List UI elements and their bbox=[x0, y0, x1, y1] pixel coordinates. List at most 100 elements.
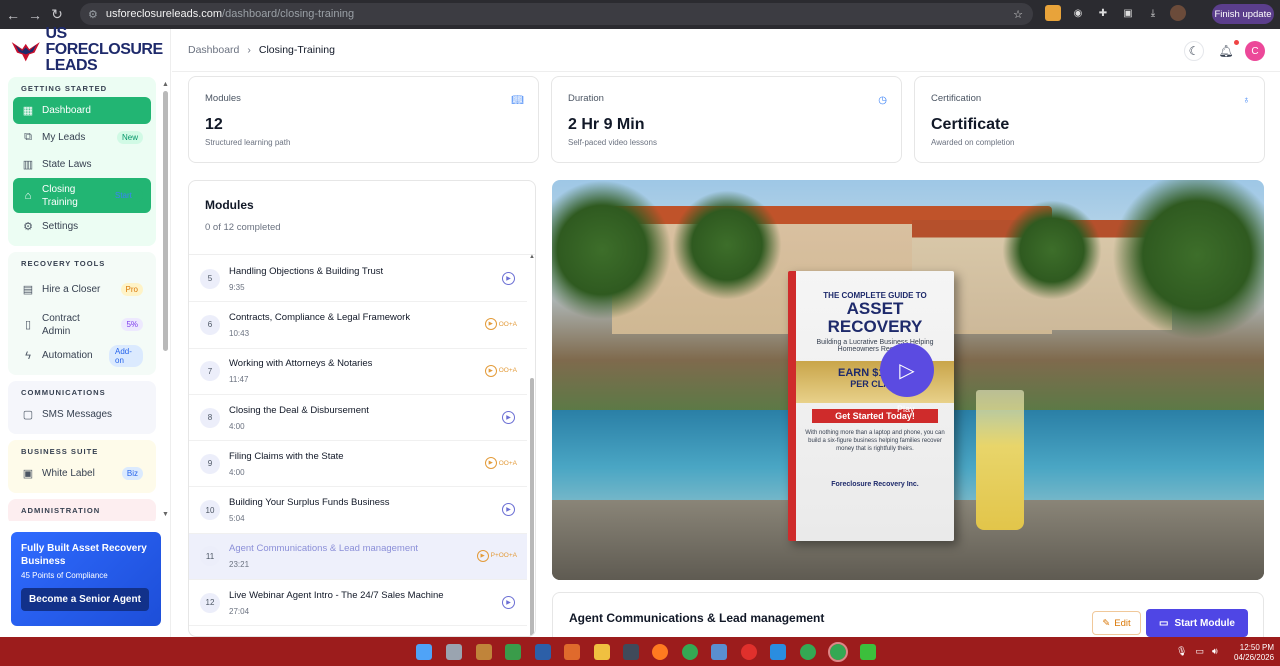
play-circle-icon: ▶ bbox=[476, 549, 489, 562]
sidebar-item-label: Hire a Closer bbox=[42, 284, 101, 295]
file-explorer-icon[interactable] bbox=[594, 644, 610, 660]
module-row[interactable]: 12 Live Webinar Agent Intro - The 24/7 S… bbox=[189, 580, 527, 627]
sidebar-scrollbar[interactable]: ▲ ▼ bbox=[162, 81, 169, 521]
promo-card: Fully Built Asset Recovery Business 45 P… bbox=[11, 532, 161, 626]
sidebar-item-automation[interactable]: ϟ Automation Add-on bbox=[13, 342, 151, 369]
windows-taskbar: 🎙︎ ▭ 🔊︎ 12:50 PM 04/26/2026 bbox=[0, 637, 1280, 666]
back-icon[interactable]: ← bbox=[4, 6, 22, 24]
play-circle-icon: ▶ bbox=[484, 457, 497, 470]
play-circle-icon[interactable]: ▶ bbox=[502, 272, 515, 285]
taskbar-app-icon[interactable] bbox=[623, 644, 639, 660]
logo[interactable]: US FORECLOSURE LEADS bbox=[10, 26, 170, 74]
start-module-button[interactable]: ▭ Start Module bbox=[1146, 609, 1248, 637]
firefox-icon[interactable] bbox=[652, 644, 668, 660]
taskbar-app-icon[interactable] bbox=[505, 644, 521, 660]
start-module-label: Start Module bbox=[1174, 617, 1235, 629]
video-camera-icon: ▭ bbox=[1158, 617, 1169, 629]
module-tag: ▶ P+OO+A bbox=[476, 549, 517, 562]
stat-value: 12 bbox=[205, 116, 223, 133]
video-player[interactable]: THE COMPLETE GUIDE TO ASSET RECOVERY Bui… bbox=[552, 180, 1264, 580]
module-row[interactable]: 6 Contracts, Compliance & Legal Framewor… bbox=[189, 302, 527, 349]
module-title: Filing Claims with the State bbox=[229, 450, 344, 462]
address-bar[interactable]: ⚙ usforeclosureleads.com/dashboard/closi… bbox=[80, 3, 1033, 25]
dark-mode-toggle-icon[interactable]: ☾ bbox=[1184, 41, 1204, 61]
module-row[interactable]: 5 Handling Objections & Building Trust 9… bbox=[189, 256, 527, 303]
book-body: With nothing more than a laptop and phon… bbox=[805, 430, 945, 452]
reload-icon[interactable]: ↻ bbox=[48, 6, 66, 24]
module-duration: 23:21 bbox=[229, 560, 250, 570]
sidebar-item-closing-training[interactable]: ⌂ Closing Training Start bbox=[13, 178, 151, 213]
sidebar-badge: Pro bbox=[120, 283, 143, 296]
windows-start-icon[interactable] bbox=[416, 644, 432, 660]
taskbar-app-icon[interactable] bbox=[770, 644, 786, 660]
play-circle-icon[interactable]: ▶ bbox=[502, 503, 515, 517]
module-number: 6 bbox=[200, 314, 220, 335]
module-duration: 10:43 bbox=[229, 328, 250, 338]
module-row[interactable]: 11 Agent Communications & Lead managemen… bbox=[189, 533, 527, 581]
camera-icon[interactable]: ◉ bbox=[1070, 5, 1086, 21]
volume-icon[interactable]: 🔊︎ bbox=[1212, 646, 1218, 657]
sidebar-item-hire-a-closer[interactable]: ▤ Hire a Closer Pro bbox=[13, 272, 151, 307]
sidebar-item-state-laws[interactable]: ▥ State Laws bbox=[13, 151, 151, 178]
sidebar-item-my-leads[interactable]: ⧉ My Leads New bbox=[13, 124, 151, 151]
play-icon[interactable]: ▷ bbox=[880, 343, 934, 397]
network-icon[interactable]: ▭ bbox=[1195, 646, 1204, 657]
taskbar-app-icon[interactable] bbox=[711, 644, 727, 660]
module-title: Handling Objections & Building Trust bbox=[229, 265, 384, 277]
taskbar-app-icon[interactable] bbox=[446, 644, 462, 660]
chrome-icon[interactable] bbox=[682, 644, 698, 660]
sidebar-item-sms-messages[interactable]: ▢ SMS Messages bbox=[13, 401, 151, 428]
sidebar-item-dashboard[interactable]: ▦ Dashboard bbox=[13, 97, 151, 124]
site-info-icon[interactable]: ⚙ bbox=[88, 8, 98, 21]
sidebar-badge: New bbox=[116, 131, 143, 144]
sidebar-item-label: Settings bbox=[42, 221, 79, 232]
profile-icon[interactable] bbox=[1170, 5, 1186, 21]
stat-label: Modules bbox=[205, 93, 241, 104]
module-list-scrollbar[interactable]: ▲ bbox=[528, 254, 535, 636]
edit-button[interactable]: ✎ Edit bbox=[1092, 611, 1141, 635]
sidebar-section-title: COMMUNICATIONS bbox=[21, 388, 106, 397]
bookmark-star-icon[interactable]: ☆ bbox=[1013, 8, 1023, 21]
download-icon[interactable]: ⤓ bbox=[1145, 5, 1161, 21]
puzzle-icon[interactable]: ✚ bbox=[1095, 5, 1111, 21]
sidebar-section: RECOVERY TOOLS ▤ Hire a Closer Pro ▯ Contract… bbox=[8, 252, 156, 375]
chrome-active-icon[interactable] bbox=[828, 642, 848, 662]
avatar[interactable]: C bbox=[1245, 41, 1265, 61]
system-clock[interactable]: 12:50 PM 04/26/2026 bbox=[1234, 643, 1274, 663]
module-number: 7 bbox=[200, 361, 220, 382]
module-tag: ▶ OO+A bbox=[484, 457, 517, 470]
taskbar-app-icon[interactable] bbox=[564, 644, 580, 660]
forward-icon[interactable]: → bbox=[26, 6, 44, 24]
module-row[interactable]: 9 Filing Claims with the State 4:00 ▶ OO+A bbox=[189, 441, 527, 488]
sidebar-item-label: Contract Admin bbox=[42, 312, 80, 337]
chrome-icon[interactable] bbox=[800, 644, 816, 660]
taskbar-app-icon[interactable] bbox=[476, 644, 492, 660]
notifications-bell-icon[interactable]: 🔔︎ bbox=[1216, 41, 1236, 61]
breadcrumb-dashboard[interactable]: Dashboard bbox=[188, 44, 239, 56]
pencil-icon: ✎ bbox=[1102, 617, 1111, 629]
sidebar-item-settings[interactable]: ⚙ Settings bbox=[13, 213, 151, 240]
play-circle-icon: ▶ bbox=[484, 364, 497, 377]
sidebar-section: ADMINISTRATION bbox=[8, 499, 156, 521]
sidebar-item-label: State Laws bbox=[42, 159, 92, 170]
book-publisher: Foreclosure Recovery Inc. bbox=[831, 481, 919, 488]
module-row[interactable]: 10 Building Your Surplus Funds Business … bbox=[189, 487, 527, 534]
taskbar-app-icon[interactable] bbox=[860, 644, 876, 660]
module-duration: 4:00 bbox=[229, 421, 245, 431]
extension-icon[interactable] bbox=[1045, 5, 1061, 21]
sidebar-item-white-label[interactable]: ▣ White Label Biz bbox=[13, 460, 151, 487]
tab-search-icon[interactable]: ▣ bbox=[1120, 5, 1136, 21]
play-circle-icon[interactable]: ▶ bbox=[502, 596, 515, 610]
module-tag-text: P+OO+A bbox=[490, 552, 517, 560]
finish-update-button[interactable]: Finish update bbox=[1212, 4, 1274, 24]
play-circle-icon[interactable]: ▶ bbox=[502, 410, 515, 424]
opera-icon[interactable] bbox=[741, 644, 757, 660]
become-senior-agent-button[interactable]: Become a Senior Agent bbox=[21, 588, 149, 611]
module-row[interactable]: 7 Working with Attorneys & Notaries 11:4… bbox=[189, 349, 527, 395]
lightning-icon: ϟ bbox=[25, 349, 31, 362]
sidebar-item-contract-admin[interactable]: ▯ Contract Admin 5% bbox=[13, 307, 151, 342]
module-row[interactable]: 8 Closing the Deal & Disbursement 4:00 ▶ bbox=[189, 395, 527, 442]
sidebar-section-title: BUSINESS SUITE bbox=[21, 447, 99, 456]
microphone-icon[interactable]: 🎙︎ bbox=[1176, 646, 1187, 657]
taskbar-app-icon[interactable] bbox=[535, 644, 551, 660]
